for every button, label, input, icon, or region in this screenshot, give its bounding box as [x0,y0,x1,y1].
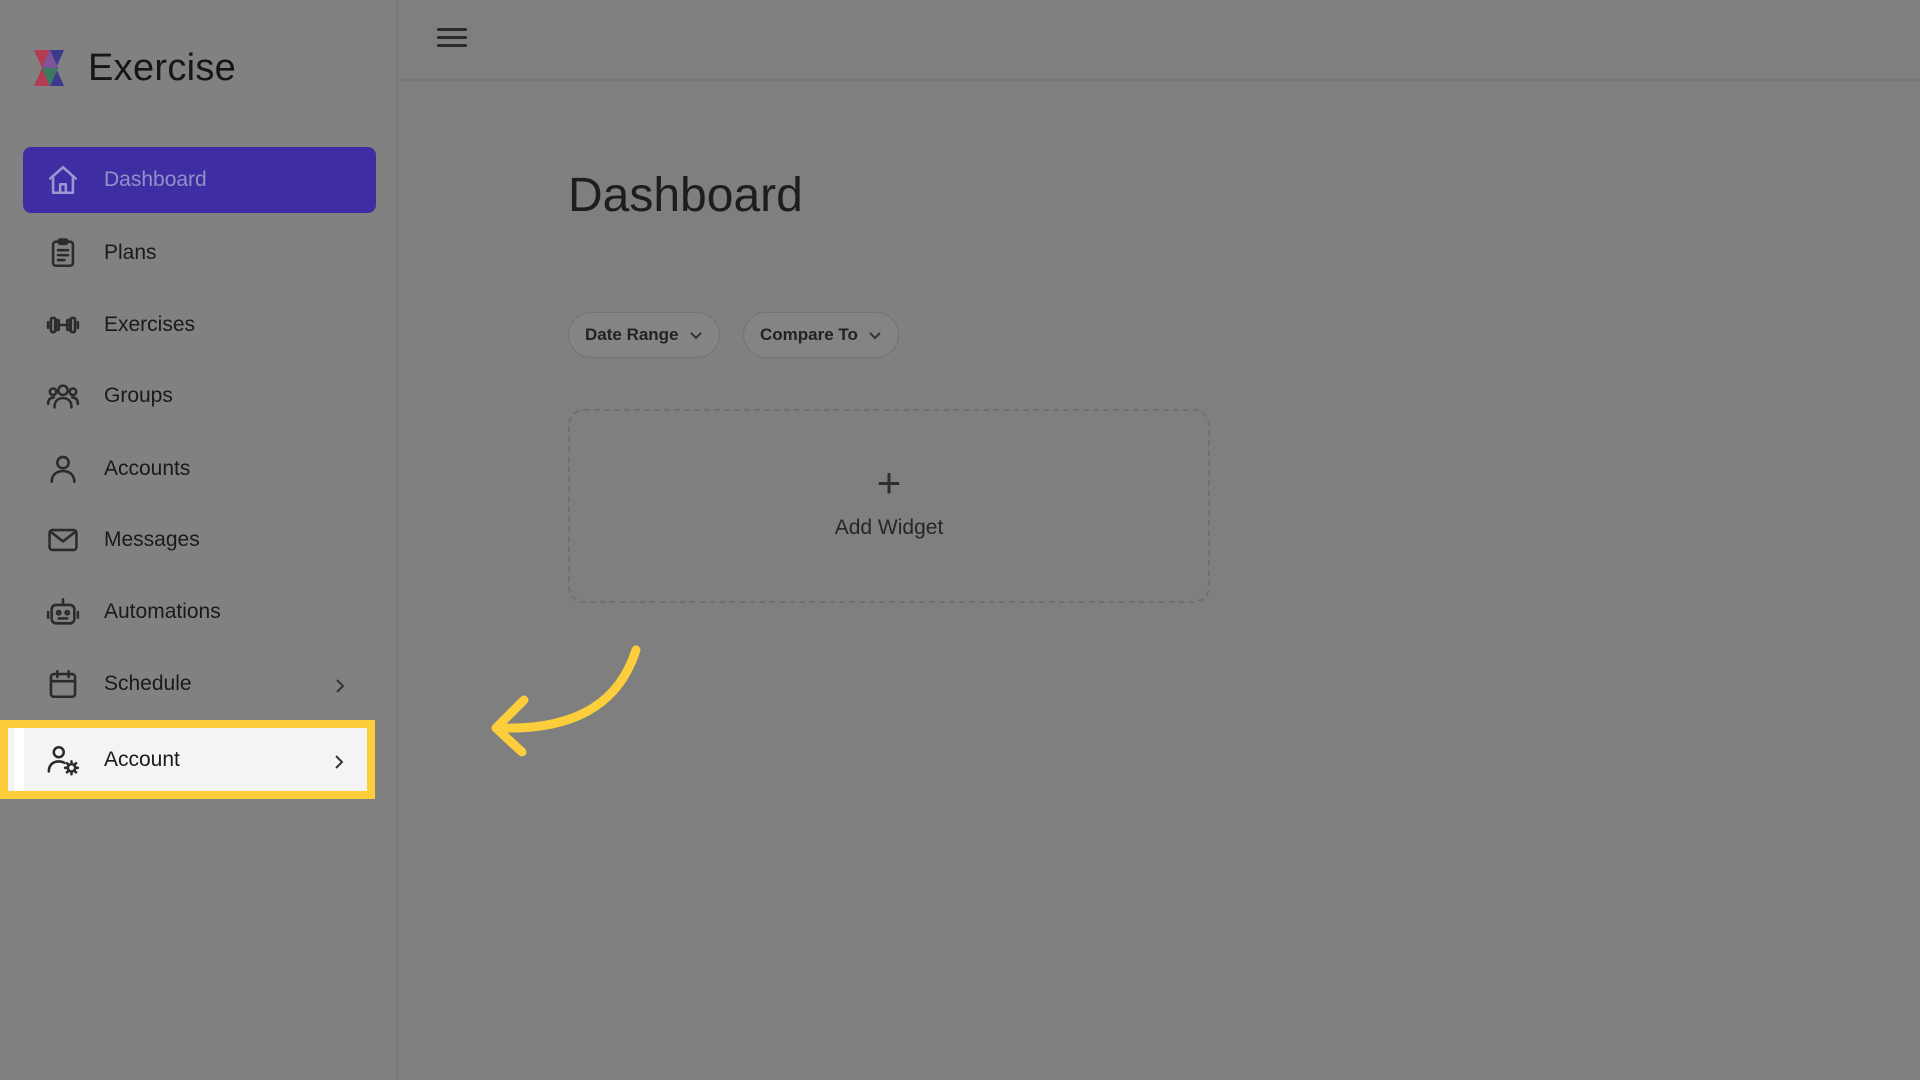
user-settings-icon [45,742,81,778]
sidebar-item-plans[interactable]: Plans [23,220,376,286]
sidebar-item-label: Groups [104,384,173,407]
date-range-dropdown[interactable]: Date Range [568,312,720,358]
topbar [400,0,1920,81]
dumbbell-icon [45,307,81,343]
sidebar-item-label: Messages [104,528,200,551]
page-title: Dashboard [568,169,803,222]
chevron-down-icon [869,332,881,340]
sidebar-item-messages[interactable]: Messages [23,507,376,573]
compare-to-dropdown[interactable]: Compare To [743,312,899,358]
chevron-right-icon [332,676,348,693]
sidebar-item-label: Schedule [104,672,192,695]
sidebar-item-dashboard[interactable]: Dashboard [23,147,376,213]
sidebar-item-label: Exercises [104,313,196,336]
mail-icon [45,522,81,558]
sidebar-item-label: Accounts [104,457,191,480]
exercise-logo [34,50,64,86]
robot-icon [45,594,81,630]
add-widget-label: Add Widget [834,516,944,539]
sidebar-item-label: Plans [104,241,157,264]
users-icon [45,378,81,414]
home-icon [45,162,81,198]
sidebar-item-accounts[interactable]: Accounts [23,436,376,502]
add-widget-button[interactable]: + Add Widget [568,409,1210,603]
brand-name: Exercise [88,46,237,89]
brand[interactable]: Exercise [28,44,236,92]
user-icon [45,451,81,487]
date-range-label: Date Range [585,325,679,344]
compare-to-label: Compare To [760,325,858,344]
sidebar-item-label: Account [104,747,180,771]
chevron-down-icon [689,332,702,340]
sidebar-item-exercises[interactable]: Exercises [23,292,376,358]
sidebar-item-label: Automations [104,600,221,623]
sidebar-item-label: Dashboard [104,168,207,191]
sidebar-item-account[interactable]: Account [0,720,375,799]
clipboard-icon [45,235,81,271]
sidebar-item-automations[interactable]: Automations [23,579,376,645]
chevron-right-icon [331,752,347,769]
sidebar-item-schedule[interactable]: Schedule [23,651,376,717]
sidebar-item-groups[interactable]: Groups [23,363,376,429]
pointer-arrow-icon [491,645,641,757]
calendar-icon [45,666,81,702]
sidebar: Exercise Dashboard Plans Exercises Group… [0,0,398,1080]
plus-icon: + [876,459,902,506]
hamburger-menu-icon[interactable] [437,24,467,54]
